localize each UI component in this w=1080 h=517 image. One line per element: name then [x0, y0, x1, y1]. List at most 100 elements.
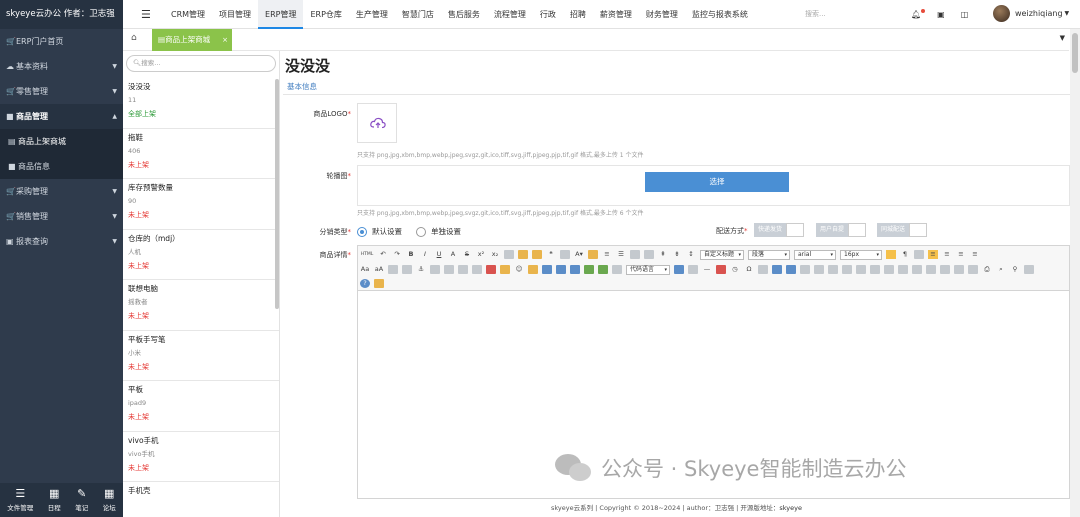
snap-icon[interactable]: [758, 265, 768, 274]
align-center-icon[interactable]: ≡: [942, 250, 952, 259]
top-menu-item[interactable]: 智慧门店: [395, 0, 441, 29]
scrawl-icon[interactable]: [528, 265, 538, 274]
align-right-icon[interactable]: ≡: [956, 250, 966, 259]
delete-row-icon[interactable]: [842, 265, 852, 274]
underline-icon[interactable]: U: [434, 250, 444, 259]
toggle-same-city[interactable]: 同城配送: [877, 223, 928, 237]
special-chars-icon[interactable]: Ω: [744, 265, 754, 274]
indent-icon[interactable]: [914, 250, 924, 259]
ordered-list-icon[interactable]: ≡: [602, 250, 612, 259]
insert-video-icon[interactable]: [542, 265, 552, 274]
clear-doc-icon[interactable]: [644, 250, 654, 259]
custom-heading-select[interactable]: 自定义标题: [700, 249, 744, 260]
line-height-icon[interactable]: ↕: [686, 250, 696, 259]
tab-goods-shelf[interactable]: ▤商品上架商城 ×: [152, 29, 232, 51]
align-left-icon[interactable]: ≡: [928, 250, 938, 259]
justify-icon[interactable]: ≡: [970, 250, 980, 259]
top-search-input[interactable]: 搜索...: [805, 9, 826, 19]
page-scrollbar[interactable]: [1070, 29, 1080, 517]
top-menu-item[interactable]: 财务管理: [639, 0, 685, 29]
insert-row-icon[interactable]: [828, 265, 838, 274]
insert-para-before-table-icon[interactable]: [814, 265, 824, 274]
brush-icon[interactable]: [518, 250, 528, 259]
uppercase-icon[interactable]: Aa: [360, 265, 370, 274]
redo-icon[interactable]: ↷: [392, 250, 402, 259]
list-item[interactable]: 仓库的（mdj） 人机 未上架: [123, 230, 279, 280]
close-icon[interactable]: ×: [222, 29, 228, 51]
list-item[interactable]: 库存预警数量 90 未上架: [123, 179, 279, 230]
code-language-select[interactable]: 代码语言: [626, 264, 670, 275]
split-cols-icon[interactable]: [954, 265, 964, 274]
top-menu-item[interactable]: 售后服务: [441, 0, 487, 29]
merge-cells-icon[interactable]: [884, 265, 894, 274]
delete-col-icon[interactable]: [870, 265, 880, 274]
ltr-icon[interactable]: [886, 250, 896, 259]
map-icon[interactable]: [584, 265, 594, 274]
sidebar-item-goods-shelf[interactable]: ▤ 商品上架商城: [0, 129, 123, 154]
list-search-input[interactable]: 🔍︎搜索...: [126, 55, 276, 72]
tabs-dropdown-icon[interactable]: ▼: [1060, 34, 1065, 42]
rtl-icon[interactable]: ¶: [900, 250, 910, 259]
toggle-express[interactable]: 快递发货: [754, 223, 805, 237]
image-icon[interactable]: ▣: [937, 10, 945, 19]
image-left-icon[interactable]: [444, 265, 454, 274]
scrollbar-thumb[interactable]: [1072, 33, 1078, 73]
list-scrollbar[interactable]: [275, 79, 279, 309]
top-menu-item[interactable]: 监控与报表系统: [685, 0, 755, 29]
image-none-icon[interactable]: [430, 265, 440, 274]
drafts-icon[interactable]: [1024, 265, 1034, 274]
date-icon[interactable]: [716, 265, 726, 274]
top-menu-item[interactable]: 招聘: [563, 0, 593, 29]
home-icon[interactable]: ⌂: [131, 33, 137, 43]
font-size-select[interactable]: 16px: [840, 249, 882, 260]
bold-icon[interactable]: B: [406, 250, 416, 259]
toggle-pickup[interactable]: 用户自提: [816, 223, 867, 237]
strikethrough-icon[interactable]: S: [462, 250, 472, 259]
eraser-icon[interactable]: [504, 250, 514, 259]
paste-icon[interactable]: [560, 250, 570, 259]
font-family-select[interactable]: arial: [794, 249, 836, 260]
split-cells-icon[interactable]: [926, 265, 936, 274]
shortcut-notes[interactable]: ✎ 笔记: [75, 483, 88, 517]
italic-icon[interactable]: I: [420, 250, 430, 259]
list-item[interactable]: 联想电脑 摇救者 未上架: [123, 280, 279, 331]
footer-link[interactable]: skyeye: [779, 504, 802, 512]
insert-image-icon[interactable]: [500, 265, 510, 274]
spellcheck-icon[interactable]: [374, 279, 384, 288]
simple-upload-icon[interactable]: [486, 265, 496, 274]
autotype-icon[interactable]: [532, 250, 542, 259]
top-menu-item[interactable]: CRM管理: [164, 0, 212, 29]
unordered-list-icon[interactable]: ☰: [616, 250, 626, 259]
border-icon[interactable]: A: [448, 250, 458, 259]
link-icon[interactable]: [388, 265, 398, 274]
anchor-icon[interactable]: ⚓: [416, 265, 426, 274]
top-menu-item[interactable]: 流程管理: [487, 0, 533, 29]
top-menu-item[interactable]: ERP仓库: [303, 0, 348, 29]
merge-down-icon[interactable]: [912, 265, 922, 274]
quote-icon[interactable]: ❝: [546, 250, 556, 259]
html-source-icon[interactable]: HTML: [360, 250, 374, 259]
delete-table-icon[interactable]: [800, 265, 810, 274]
sidebar-item-basic-data[interactable]: ☁ 基本资料 ▼: [0, 54, 123, 79]
sidebar-item-goods-info[interactable]: ■ 商品信息: [0, 154, 123, 179]
subscript-icon[interactable]: x₂: [490, 250, 500, 259]
row-spacing-top-icon[interactable]: ⇞: [658, 250, 668, 259]
top-menu-item[interactable]: 行政: [533, 0, 563, 29]
logo-upload[interactable]: [357, 103, 397, 143]
font-color-icon[interactable]: A▾: [574, 250, 584, 259]
sidebar-item-retail[interactable]: 🛒零售管理 ▼: [0, 79, 123, 104]
list-item[interactable]: 拖鞋 406 未上架: [123, 129, 279, 179]
list-item[interactable]: 平板手写笔 小米 未上架: [123, 331, 279, 381]
merge-right-icon[interactable]: [898, 265, 908, 274]
help-icon[interactable]: ?: [360, 279, 370, 288]
sidebar-item-goods[interactable]: ■ 商品管理 ▲: [0, 104, 123, 129]
paragraph-select[interactable]: 段落: [748, 249, 790, 260]
image-center-icon[interactable]: [472, 265, 482, 274]
top-menu-item[interactable]: 薪资管理: [593, 0, 639, 29]
bell-icon[interactable]: 🔔︎: [911, 9, 926, 19]
list-item[interactable]: vivo手机 vivo手机 未上架: [123, 432, 279, 482]
undo-icon[interactable]: ↶: [378, 250, 388, 259]
shortcut-schedule[interactable]: ▦ 日程: [48, 483, 61, 517]
time-icon[interactable]: ◷: [730, 265, 740, 274]
row-spacing-bottom-icon[interactable]: ⇟: [672, 250, 682, 259]
